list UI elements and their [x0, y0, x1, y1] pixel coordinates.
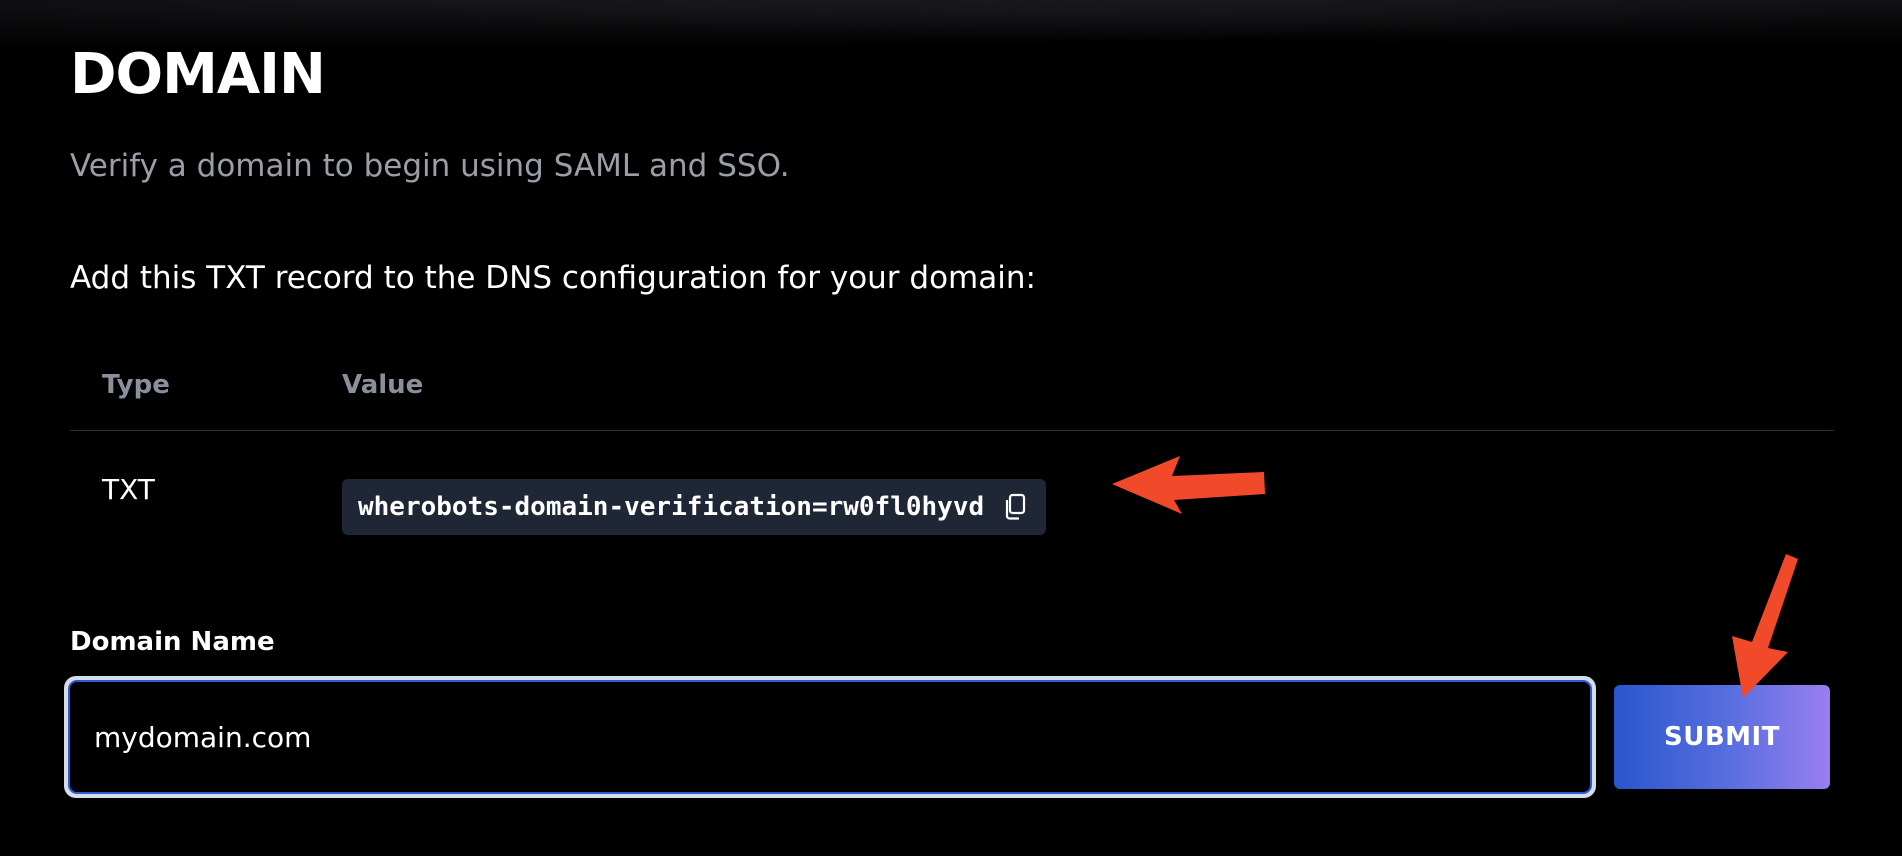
table-row: TXT wherobots-domain-verification=rw0fl0…: [70, 431, 1834, 551]
column-header-type: Type: [102, 370, 170, 400]
table-header: Type Value: [70, 360, 1834, 431]
domain-name-input[interactable]: [68, 680, 1592, 794]
page-title: DOMAIN: [70, 42, 326, 107]
copy-icon[interactable]: [1000, 491, 1030, 523]
record-type-cell: TXT: [102, 473, 155, 506]
record-value-chip: wherobots-domain-verification=rw0fl0hyvd: [342, 479, 1047, 535]
page-subtitle: Verify a domain to begin using SAML and …: [70, 148, 790, 184]
record-value-text: wherobots-domain-verification=rw0fl0hyvd: [358, 492, 985, 522]
arrow-icon: [1732, 554, 1798, 698]
dns-instructions: Add this TXT record to the DNS configura…: [70, 260, 1036, 296]
column-header-value: Value: [342, 370, 424, 400]
dns-record-table: Type Value TXT wherobots-domain-verifica…: [70, 360, 1834, 551]
domain-name-label: Domain Name: [70, 627, 275, 657]
domain-input-wrapper: [64, 676, 1596, 798]
submit-button[interactable]: SUBMIT: [1614, 685, 1830, 789]
